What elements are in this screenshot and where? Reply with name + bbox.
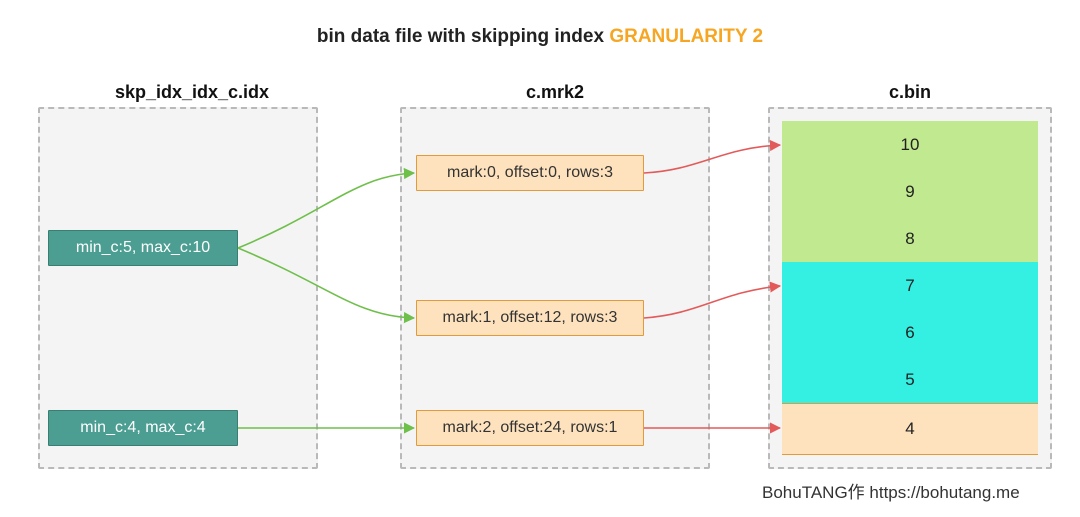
credit-url: https://bohutang.me bbox=[869, 483, 1019, 502]
diagram-canvas: bin data file with skipping index GRANUL… bbox=[0, 0, 1080, 517]
mark-row-1: mark:1, offset:12, rows:3 bbox=[416, 300, 644, 336]
bin-cell-4: 6 bbox=[782, 309, 1038, 356]
credit-author: BohuTANG作 bbox=[762, 483, 869, 502]
credit: BohuTANG作 https://bohutang.me bbox=[762, 478, 1020, 503]
bin-cell-6: 4 bbox=[782, 403, 1038, 455]
mark-row-2: mark:2, offset:24, rows:1 bbox=[416, 410, 644, 446]
idx-row-0: min_c:5, max_c:10 bbox=[48, 230, 238, 266]
bin-cell-3: 7 bbox=[782, 262, 1038, 309]
page-title: bin data file with skipping index GRANUL… bbox=[0, 26, 1080, 48]
mark-row-0: mark:0, offset:0, rows:3 bbox=[416, 155, 644, 191]
bin-cell-0: 10 bbox=[782, 121, 1038, 168]
bin-cell-2: 8 bbox=[782, 215, 1038, 262]
idx-row-1: min_c:4, max_c:4 bbox=[48, 410, 238, 446]
title-prefix: bin data file with skipping index bbox=[317, 26, 609, 47]
col-header-bin: c.bin bbox=[770, 82, 1050, 103]
col-header-idx: skp_idx_idx_c.idx bbox=[52, 82, 332, 103]
bin-cell-1: 9 bbox=[782, 168, 1038, 215]
title-highlight: GRANULARITY 2 bbox=[609, 26, 763, 47]
col-header-mrk: c.mrk2 bbox=[420, 82, 690, 103]
bin-cell-5: 5 bbox=[782, 356, 1038, 403]
